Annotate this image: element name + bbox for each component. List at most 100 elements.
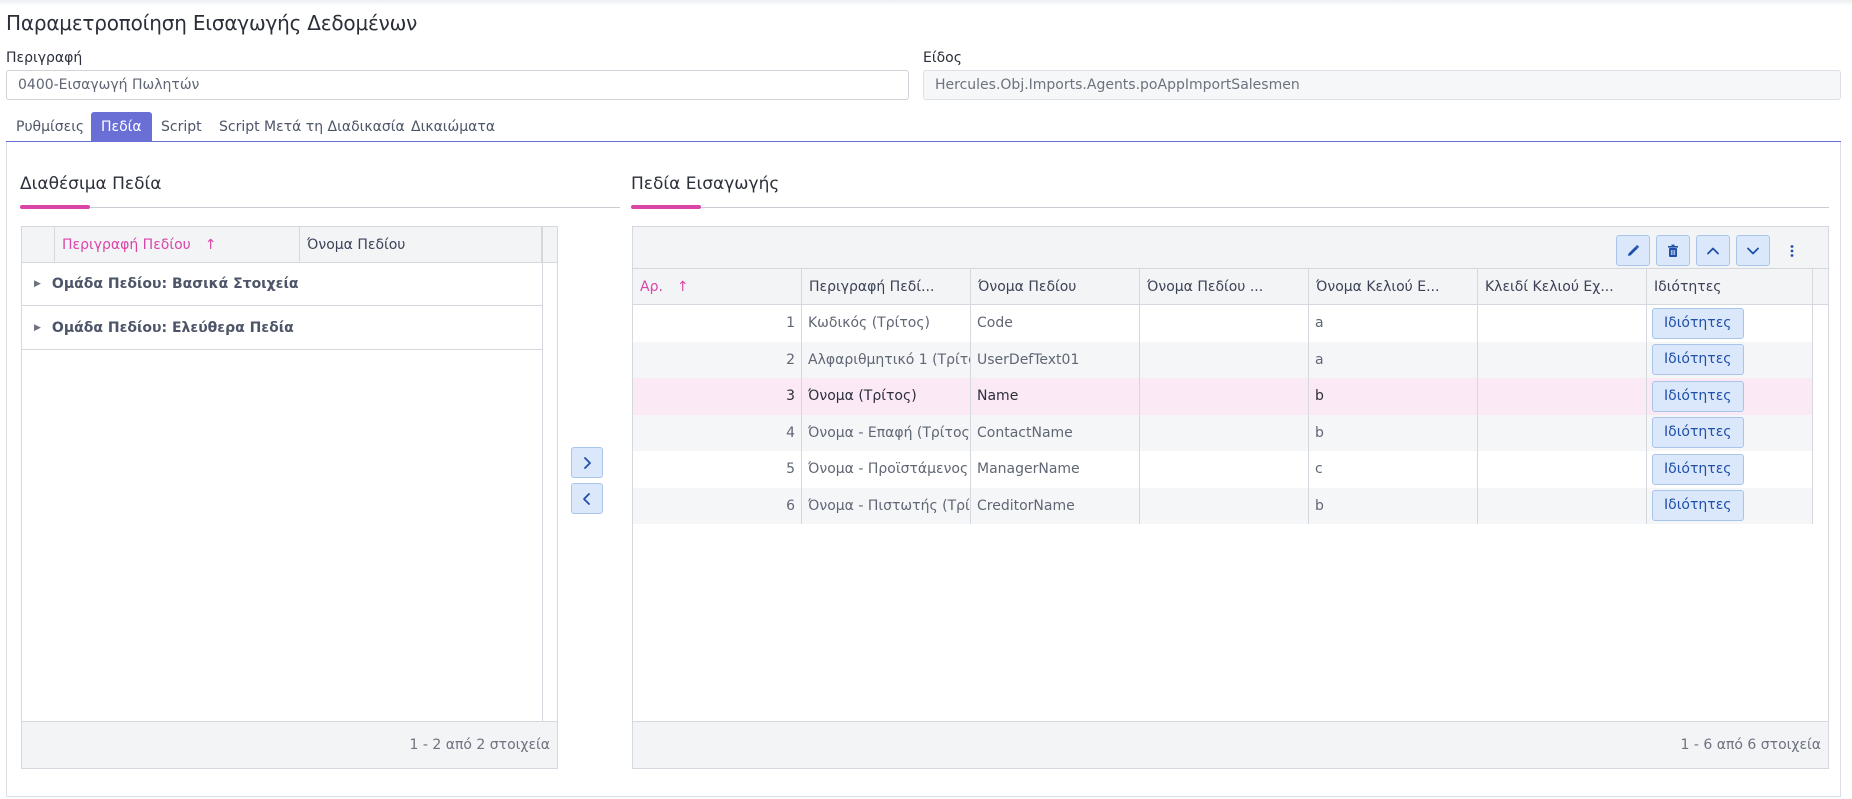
remove-field-button[interactable] xyxy=(571,483,603,514)
cell-no: 5 xyxy=(633,451,802,488)
cell-cell-name: b xyxy=(1309,414,1478,451)
cell-cell-key xyxy=(1478,305,1647,342)
description-field[interactable]: 0400-Εισαγωγή Πωλητών xyxy=(6,70,909,100)
column-header-cell-name[interactable]: Όνομα Κελιού Ε... xyxy=(1309,269,1478,304)
available-fields-divider xyxy=(20,207,620,208)
select-column-header[interactable] xyxy=(22,227,55,262)
move-up-button[interactable] xyxy=(1696,235,1730,266)
cell-no: 4 xyxy=(633,414,802,451)
edit-button[interactable] xyxy=(1616,235,1650,266)
cell-field-description: Όνομα - Επαφή (Τρίτος) xyxy=(802,414,971,451)
cell-cell-key xyxy=(1478,487,1647,524)
cell-cell-name: b xyxy=(1309,378,1478,415)
scrollbar-track[interactable] xyxy=(542,227,543,723)
type-field: Hercules.Obj.Imports.Agents.poAppImportS… xyxy=(923,70,1841,100)
cell-field-name-2 xyxy=(1140,341,1309,378)
cell-properties: Ιδιότητες xyxy=(1647,341,1813,378)
import-fields-grid: Αρ. ↑ Περιγραφή Πεδί... Όνομα Πεδίου Όνο… xyxy=(632,226,1829,769)
available-fields-accent xyxy=(20,205,90,209)
chevron-right-icon xyxy=(584,456,591,469)
column-header-field-name[interactable]: Όνομα Πεδίου xyxy=(300,227,542,262)
available-fields-title: Διαθέσιμα Πεδία xyxy=(20,174,162,194)
column-header-label: Περιγραφή Πεδίου xyxy=(62,236,191,253)
group-row-label: Ομάδα Πεδίου: Ελεύθερα Πεδία xyxy=(51,320,294,336)
cell-properties: Ιδιότητες xyxy=(1647,378,1813,415)
cell-field-name: Name xyxy=(971,378,1140,415)
sort-ascending-icon: ↑ xyxy=(676,278,689,295)
available-fields-grid: Περιγραφή Πεδίου ↑ Όνομα Πεδίου ▶ Ομάδα … xyxy=(21,226,558,769)
table-row[interactable]: 1 Κωδικός (Τρίτος) Code a Ιδιότητες xyxy=(633,305,1813,342)
caret-right-icon[interactable]: ▶ xyxy=(34,279,41,289)
properties-button[interactable]: Ιδιότητες xyxy=(1652,344,1744,376)
cell-field-description: Όνομα - Προϊστάμενος xyxy=(802,451,971,488)
description-label: Περιγραφή xyxy=(6,50,83,66)
group-row-free[interactable]: ▶ Ομάδα Πεδίου: Ελεύθερα Πεδία xyxy=(22,307,542,350)
cell-field-name-2 xyxy=(1140,414,1309,451)
cell-cell-name: a xyxy=(1309,341,1478,378)
sort-ascending-icon: ↑ xyxy=(204,236,217,253)
table-row[interactable]: 5 Όνομα - Προϊστάμενος ManagerName c Ιδιότητ… xyxy=(633,451,1813,488)
cell-field-name: ManagerName xyxy=(971,451,1140,488)
cell-cell-name: a xyxy=(1309,305,1478,342)
tab-fields[interactable]: Πεδία xyxy=(91,112,152,142)
column-header-no[interactable]: Αρ. ↑ xyxy=(633,269,802,304)
import-fields-divider xyxy=(631,207,1829,208)
properties-button[interactable]: Ιδιότητες xyxy=(1652,380,1744,412)
cell-properties: Ιδιότητες xyxy=(1647,451,1813,488)
cell-properties: Ιδιότητες xyxy=(1647,414,1813,451)
cell-field-description: Κωδικός (Τρίτος) xyxy=(802,305,971,342)
tab-post-script[interactable]: Script Μετά τη Διαδικασία xyxy=(209,112,415,142)
column-header-field-name[interactable]: Όνομα Πεδίου xyxy=(971,269,1140,304)
import-fields-accent xyxy=(631,205,701,209)
edit-icon xyxy=(1628,244,1640,256)
column-header-field-description[interactable]: Περιγραφή Πεδί... xyxy=(802,269,971,304)
cell-no: 1 xyxy=(633,305,802,342)
properties-button[interactable]: Ιδιότητες xyxy=(1652,307,1744,339)
more-options-button[interactable] xyxy=(1778,235,1806,266)
move-down-icon xyxy=(1747,247,1759,254)
cell-cell-name: b xyxy=(1309,487,1478,524)
delete-button[interactable] xyxy=(1656,235,1690,266)
move-up-icon xyxy=(1707,247,1719,254)
import-fields-pager: 1 - 6 από 6 στοιχεία xyxy=(633,721,1828,768)
properties-button[interactable]: Ιδιότητες xyxy=(1652,490,1744,522)
caret-right-icon[interactable]: ▶ xyxy=(34,323,41,333)
column-header-properties[interactable]: Ιδιότητες xyxy=(1647,269,1813,304)
properties-button[interactable]: Ιδιότητες xyxy=(1652,453,1744,485)
add-field-button[interactable] xyxy=(571,447,603,478)
cell-no: 2 xyxy=(633,341,802,378)
cell-cell-key xyxy=(1478,451,1647,488)
cell-field-name-2 xyxy=(1140,487,1309,524)
group-row-label: Ομάδα Πεδίου: Βασικά Στοιχεία xyxy=(51,276,299,292)
cell-properties: Ιδιότητες xyxy=(1647,305,1813,342)
cell-cell-name: c xyxy=(1309,451,1478,488)
chevron-left-icon xyxy=(583,492,590,505)
import-fields-header: Αρ. ↑ Περιγραφή Πεδί... Όνομα Πεδίου Όνο… xyxy=(633,269,1828,305)
cell-field-name-2 xyxy=(1140,378,1309,415)
cell-cell-key xyxy=(1478,378,1647,415)
import-fields-toolbar xyxy=(633,227,1828,269)
tab-script[interactable]: Script xyxy=(151,112,212,142)
move-down-button[interactable] xyxy=(1736,235,1770,266)
tab-settings[interactable]: Ρυθμίσεις xyxy=(6,112,94,142)
table-row[interactable]: 6Όνομα - Πιστωτής (Τρίτος)CreditorName b Ι… xyxy=(633,487,1813,524)
import-fields-title: Πεδία Εισαγωγής xyxy=(631,174,780,194)
column-header-field-description[interactable]: Περιγραφή Πεδίου ↑ xyxy=(55,227,300,262)
cell-field-name: UserDefText01 xyxy=(971,341,1140,378)
properties-button[interactable]: Ιδιότητες xyxy=(1652,417,1744,449)
more-vertical-icon xyxy=(1790,244,1794,257)
table-row[interactable]: 2Αλφαριθμητικό 1 (Τρίτος)UserDefText01 a Ι… xyxy=(633,341,1813,378)
delete-icon xyxy=(1668,244,1678,257)
cell-cell-key xyxy=(1478,414,1647,451)
column-header-cell-key[interactable]: Κλειδί Κελιού Εχ... xyxy=(1478,269,1647,304)
column-header-label: Αρ. xyxy=(640,278,663,295)
available-fields-header: Περιγραφή Πεδίου ↑ Όνομα Πεδίου xyxy=(22,227,557,263)
column-header-field-name-2[interactable]: Όνομα Πεδίου ... xyxy=(1140,269,1309,304)
table-row[interactable]: 4 Όνομα - Επαφή (Τρίτος) ContactName b Ιδιότ… xyxy=(633,414,1813,451)
cell-field-name-2 xyxy=(1140,451,1309,488)
cell-cell-key xyxy=(1478,341,1647,378)
group-row-basic[interactable]: ▶ Ομάδα Πεδίου: Βασικά Στοιχεία xyxy=(22,263,542,306)
table-row[interactable]: 3 Όνομα (Τρίτος) Name b Ιδιότητες xyxy=(633,378,1813,415)
cell-field-description: Αλφαριθμητικό 1 (Τρίτος) xyxy=(802,341,971,378)
tab-permissions[interactable]: Δικαιώματα xyxy=(401,112,505,142)
